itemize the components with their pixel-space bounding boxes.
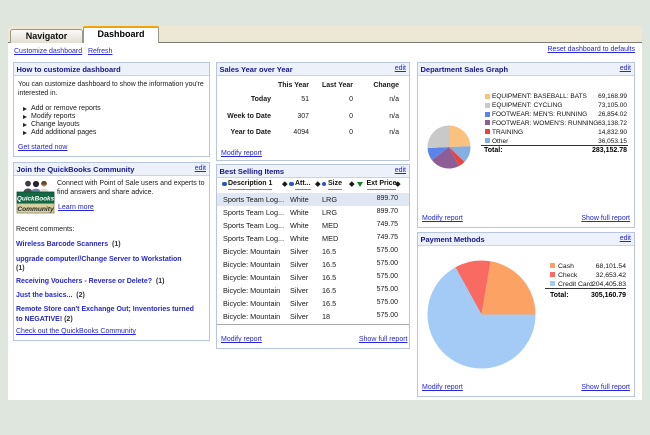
svg-text:Community: Community: [17, 206, 54, 213]
svg-text:QuickBooks: QuickBooks: [17, 196, 55, 203]
